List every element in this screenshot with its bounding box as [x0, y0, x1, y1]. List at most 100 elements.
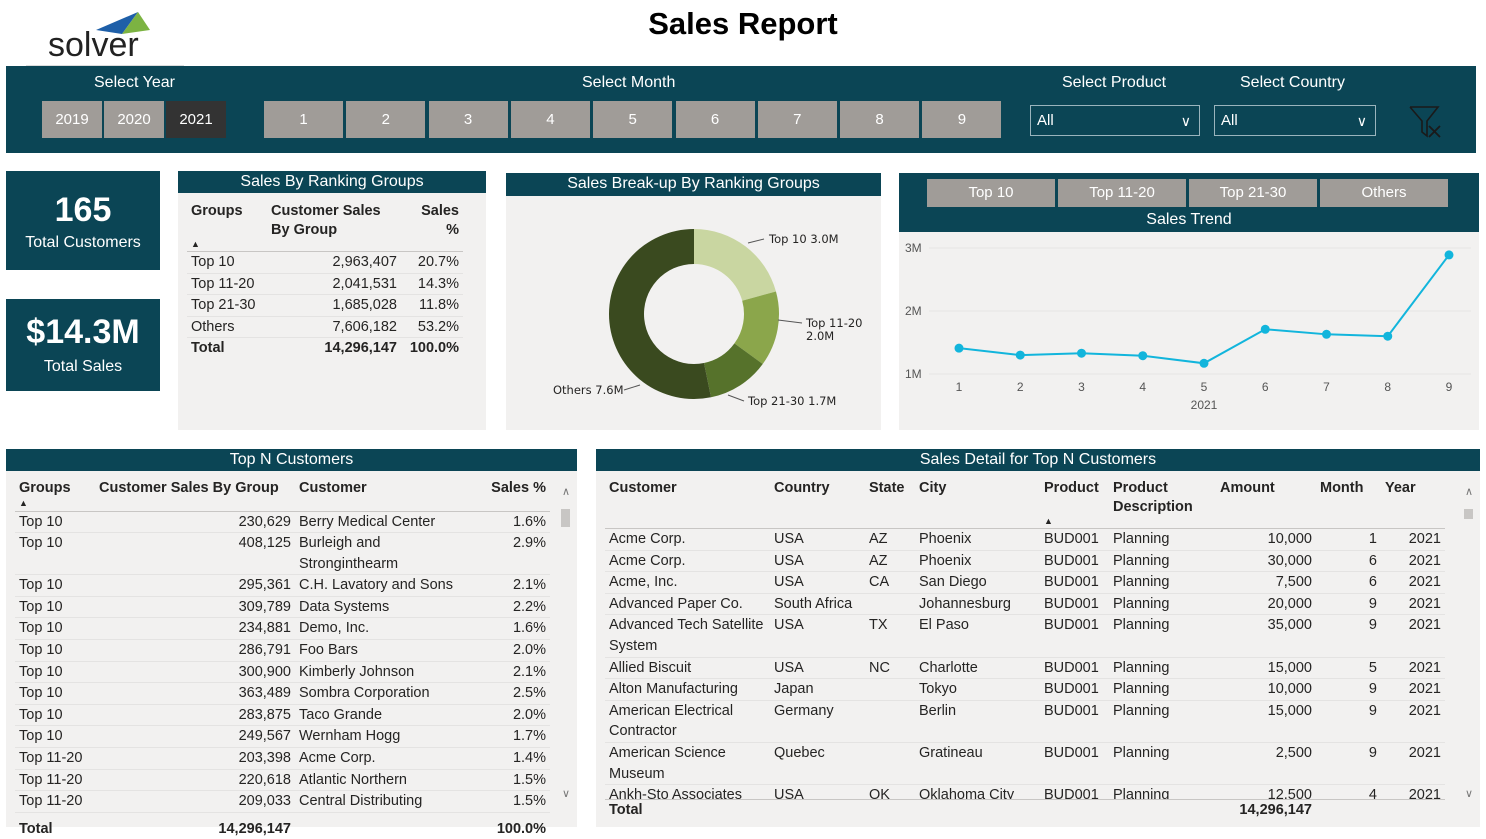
data-point-month-3[interactable]	[1077, 348, 1086, 358]
column-header-month[interactable]: Month	[1316, 477, 1381, 529]
detail-total-row: Total 14,296,147	[605, 798, 1445, 821]
table-cell: 14,296,147	[267, 337, 401, 359]
ranking-table: Groups ▲ Customer Sales By Group Sales % …	[187, 200, 463, 359]
data-point-month-2[interactable]	[1015, 350, 1025, 360]
column-header-amount[interactable]: Amount	[1216, 477, 1316, 529]
scroll-up-icon[interactable]: ∧	[561, 485, 571, 498]
scroll-down-icon[interactable]: ∨	[1464, 787, 1474, 800]
table-cell: 2021	[1381, 742, 1445, 786]
table-cell: Johannesburg	[915, 593, 1040, 616]
data-label: Top 10 3.0M	[768, 232, 839, 246]
table-row[interactable]: Others 7,606,182 53.2%	[187, 316, 463, 339]
month-button-7[interactable]: 7	[757, 101, 837, 138]
column-header-sales[interactable]: Customer Sales By Group	[95, 477, 295, 511]
year-button-2019[interactable]: 2019	[42, 101, 102, 138]
month-button-8[interactable]: 8	[840, 101, 920, 138]
month-button-5[interactable]: 5	[593, 101, 673, 138]
table-cell: 2021	[1381, 593, 1445, 616]
table-cell: BUD001	[1040, 550, 1109, 573]
table-cell: 1	[1316, 528, 1381, 551]
table-row[interactable]: Top 10 234,881 Demo, Inc. 1.6%	[15, 617, 550, 641]
table-cell: 2021	[1381, 571, 1445, 594]
table-row[interactable]: Top 10 286,791 Foo Bars 2.0%	[15, 639, 550, 662]
data-point-month-8[interactable]	[1383, 331, 1393, 341]
table-row[interactable]: Top 10 363,489 Sombra Corporation 2.5%	[15, 682, 550, 705]
table-cell: Top 10	[15, 617, 95, 641]
data-point-month-5[interactable]	[1199, 358, 1209, 368]
scroll-down-icon[interactable]: ∨	[561, 787, 571, 800]
table-cell: El Paso	[915, 614, 1040, 658]
leader-line	[747, 238, 765, 244]
month-button-9[interactable]: 9	[922, 101, 1002, 138]
table-row[interactable]: Top 11-20 220,618 Atlantic Northern 1.5%	[15, 769, 550, 792]
table-row[interactable]: Advanced Tech Satellite System USA TX El Pa…	[605, 614, 1445, 658]
country-dropdown[interactable]: All ∨	[1214, 105, 1376, 136]
data-point-month-4[interactable]	[1138, 351, 1148, 361]
scrollbar-thumb[interactable]	[1464, 509, 1473, 519]
table-row[interactable]: Advanced Paper Co. South Africa Johannesbu…	[605, 593, 1445, 616]
data-point-month-7[interactable]	[1322, 329, 1331, 339]
table-row[interactable]: Acme Corp. USA AZ Phoenix BUD001 Planning 10,0…	[605, 528, 1445, 551]
column-header-product[interactable]: Product ▲	[1040, 477, 1109, 529]
table-cell: 1,685,028	[267, 294, 401, 317]
scrollbar-thumb[interactable]	[561, 509, 570, 527]
leader-line	[727, 394, 745, 402]
table-row[interactable]: Acme Corp. USA AZ Phoenix BUD001 Planning 30,0…	[605, 550, 1445, 573]
table-row[interactable]: Alton Manufacturing Japan Tokyo BUD001 Plann…	[605, 678, 1445, 701]
column-header-year[interactable]: Year	[1381, 477, 1445, 529]
column-header-pct[interactable]: Sales %	[485, 477, 550, 511]
table-row[interactable]: Top 10 295,361 C.H. Lavatory and Sons 2.1%	[15, 574, 550, 597]
table-cell: 2021	[1381, 784, 1445, 799]
table-cell: USA	[770, 550, 865, 573]
data-point-month-9[interactable]	[1444, 250, 1454, 260]
column-header-customer[interactable]: Customer	[605, 477, 770, 529]
table-row[interactable]: Top 21-30 1,685,028 11.8%	[187, 294, 463, 317]
data-point-month-1[interactable]	[954, 343, 964, 353]
table-row[interactable]: Acme, Inc. USA CA San Diego BUD001 Planning 7,…	[605, 571, 1445, 594]
table-row[interactable]: Top 10 309,789 Data Systems 2.2%	[15, 596, 550, 619]
table-row[interactable]: Top 10 300,900 Kimberly Johnson 2.1%	[15, 661, 550, 684]
column-header-description[interactable]: Product Description	[1109, 477, 1216, 529]
month-button-4[interactable]: 4	[510, 101, 590, 138]
month-button-6[interactable]: 6	[675, 101, 755, 138]
table-row[interactable]: Top 10 283,875 Taco Grande 2.0%	[15, 704, 550, 727]
table-row[interactable]: Top 11-20 2,041,531 14.3%	[187, 273, 463, 296]
table-cell: Top 10	[15, 704, 95, 727]
column-header-customer[interactable]: Customer	[295, 477, 485, 511]
column-header-sales[interactable]: Customer Sales By Group	[267, 200, 401, 252]
month-button-3[interactable]: 3	[428, 101, 508, 138]
table-row[interactable]: Top 11-20 203,398 Acme Corp. 1.4%	[15, 747, 550, 770]
scroll-up-icon[interactable]: ∧	[1464, 485, 1474, 498]
column-header-city[interactable]: City	[915, 477, 1040, 529]
table-row[interactable]: Ankh-Sto Associates USA OK Oklahoma City BUD…	[605, 784, 1445, 799]
donut-slice-top-10[interactable]	[694, 229, 776, 301]
column-header-country[interactable]: Country	[770, 477, 865, 529]
table-row[interactable]: Top 10 230,629 Berry Medical Center 1.6%	[15, 511, 550, 534]
sort-ascending-icon: ▲	[1044, 516, 1053, 526]
table-row[interactable]: American Electrical Contractor Germany Ber…	[605, 700, 1445, 743]
table-row[interactable]: American Science Museum Quebec Gratineau BU…	[605, 742, 1445, 786]
table-cell: TX	[865, 614, 915, 658]
table-row[interactable]: Top 10 408,125 Burleigh and Stronginthearm…	[15, 532, 550, 576]
table-cell: BUD001	[1040, 593, 1109, 616]
table-row[interactable]: Top 11-20 209,033 Central Distributing 1.5%	[15, 790, 550, 813]
column-header-pct[interactable]: Sales %	[401, 200, 463, 252]
x-tick-label: 1	[956, 380, 963, 394]
table-row[interactable]: Top 10 2,963,407 20.7%	[187, 251, 463, 274]
month-button-1[interactable]: 1	[264, 101, 343, 138]
column-header-groups[interactable]: Groups ▲	[187, 200, 267, 252]
column-header-groups[interactable]: Groups ▲	[15, 477, 95, 511]
month-button-2[interactable]: 2	[346, 101, 426, 138]
year-button-2021[interactable]: 2021	[166, 101, 226, 138]
table-row[interactable]: Top 10 249,567 Wernham Hogg 1.7%	[15, 725, 550, 749]
product-dropdown[interactable]: All ∨	[1030, 105, 1200, 136]
data-point-month-6[interactable]	[1260, 324, 1270, 334]
table-row[interactable]: Allied Biscuit USA NC Charlotte BUD001 Planni…	[605, 657, 1445, 680]
table-cell	[865, 593, 915, 616]
clear-filter-icon[interactable]	[1408, 104, 1444, 140]
year-button-2020[interactable]: 2020	[104, 101, 164, 138]
table-cell: Top 10	[15, 511, 95, 534]
page-title: Sales Report	[648, 6, 838, 41]
table-cell: 7,500	[1216, 571, 1316, 594]
column-header-state[interactable]: State	[865, 477, 915, 529]
